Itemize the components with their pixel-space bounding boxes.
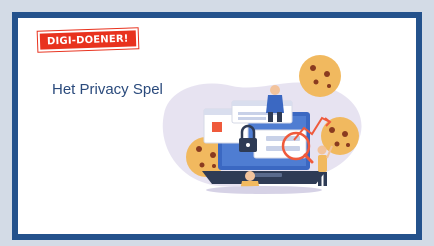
cookie-icon xyxy=(299,55,341,97)
ground-shadow xyxy=(206,186,322,194)
privacy-illustration xyxy=(162,55,362,194)
cookie-icon xyxy=(321,117,359,155)
privacy-game-card[interactable]: DIGI-DOENER! Het Privacy Spel xyxy=(12,12,422,240)
